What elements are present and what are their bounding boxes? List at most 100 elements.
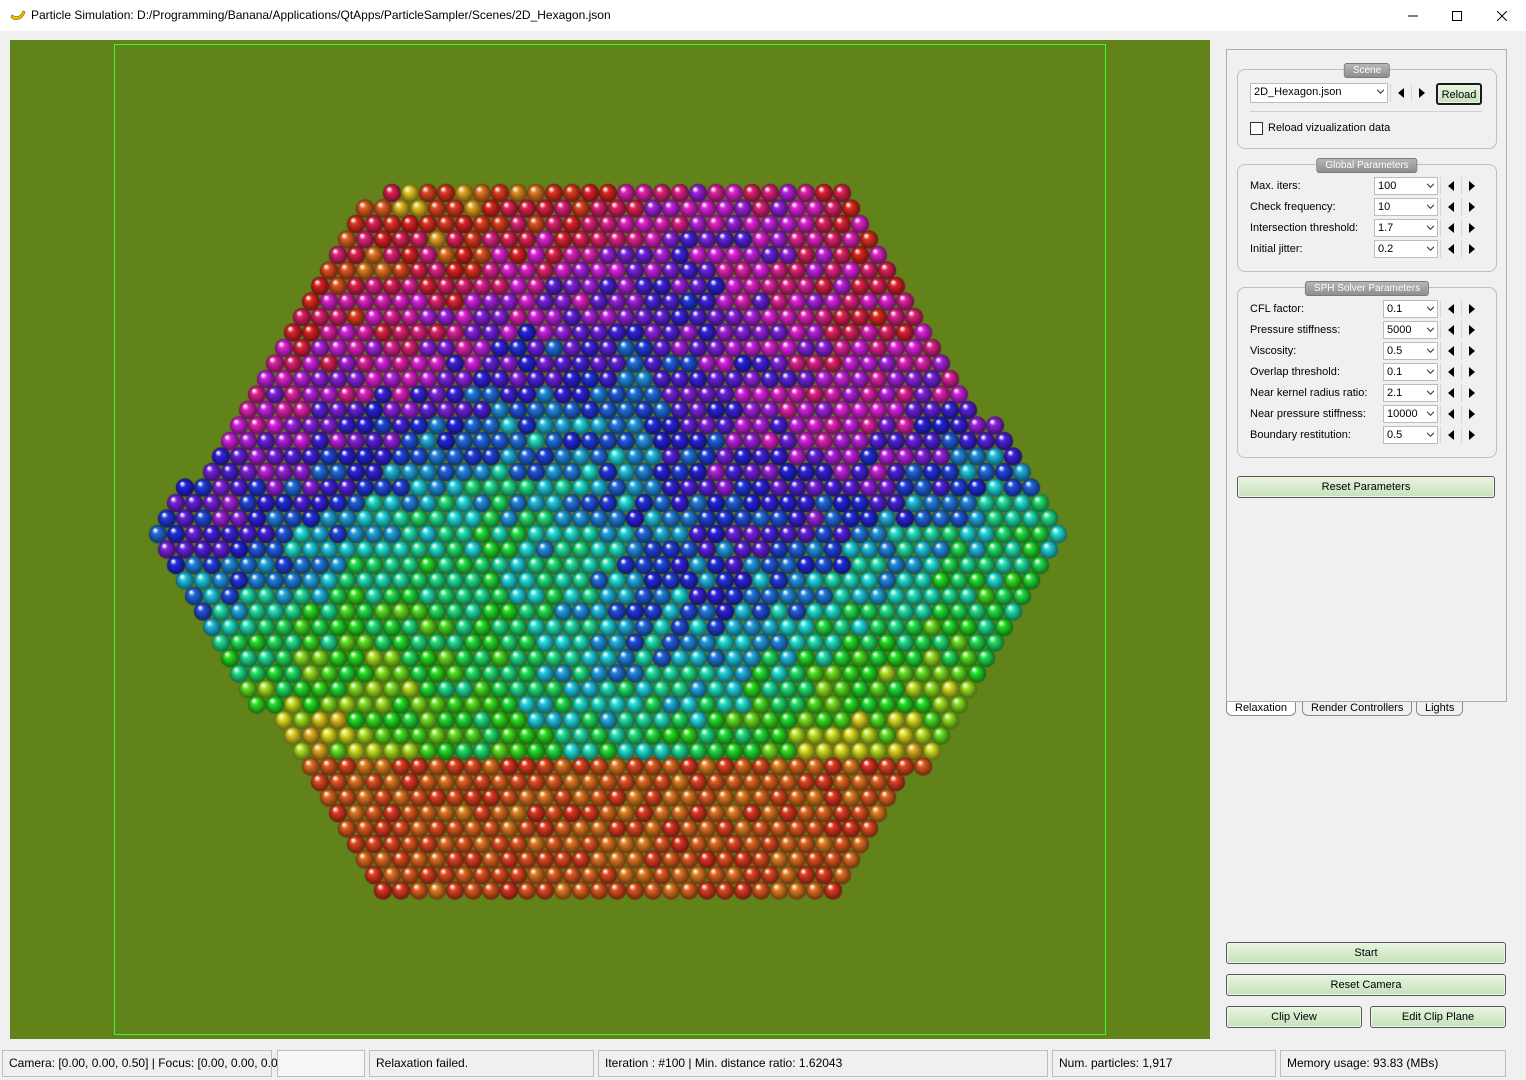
sph-param-value: 2.1 bbox=[1387, 387, 1403, 399]
global-param-increase-button[interactable] bbox=[1461, 240, 1481, 258]
chevron-down-icon bbox=[1427, 327, 1434, 332]
global-param-value-select[interactable]: 0.2 bbox=[1374, 240, 1438, 258]
arrow-right-icon bbox=[1468, 388, 1475, 398]
sph-param-value-select[interactable]: 0.5 bbox=[1383, 342, 1438, 360]
global-parameters-group: Global Parameters Max. iters: 100 Check fr… bbox=[1237, 158, 1497, 272]
global-param-increase-button[interactable] bbox=[1461, 198, 1481, 216]
chevron-down-icon bbox=[1427, 183, 1434, 188]
maximize-button[interactable] bbox=[1434, 0, 1480, 31]
global-param-label: Intersection threshold: bbox=[1250, 222, 1359, 234]
sph-param-decrease-button[interactable] bbox=[1440, 405, 1460, 423]
sph-param-increase-button[interactable] bbox=[1461, 321, 1481, 339]
sph-param-value-select[interactable]: 10000 bbox=[1383, 405, 1438, 423]
particle-render[interactable] bbox=[10, 40, 1210, 1039]
sph-param-value-select[interactable]: 0.5 bbox=[1383, 426, 1438, 444]
arrow-left-icon bbox=[1447, 244, 1454, 254]
scene-file-select[interactable]: 2D_Hexagon.json bbox=[1250, 83, 1388, 103]
sph-param-row: CFL factor: 0.1 bbox=[1250, 300, 1486, 318]
arrow-left-icon bbox=[1447, 367, 1454, 377]
sph-param-label: Pressure stiffness: bbox=[1250, 324, 1341, 336]
sph-param-decrease-button[interactable] bbox=[1440, 342, 1460, 360]
arrow-right-icon bbox=[1468, 181, 1475, 191]
chevron-down-icon bbox=[1427, 411, 1434, 416]
sph-param-row: Viscosity: 0.5 bbox=[1250, 342, 1486, 360]
arrow-left-icon bbox=[1447, 409, 1454, 419]
global-param-value-select[interactable]: 100 bbox=[1374, 177, 1438, 195]
global-param-value: 100 bbox=[1378, 180, 1397, 192]
camera-status: Camera: [0.00, 0.00, 0.50] | Focus: [0.0… bbox=[2, 1050, 288, 1077]
start-button[interactable]: Start bbox=[1226, 942, 1506, 964]
global-param-decrease-button[interactable] bbox=[1440, 219, 1460, 237]
memory-status: Memory usage: 93.83 (MBs) bbox=[1280, 1050, 1506, 1077]
prev-scene-button[interactable] bbox=[1390, 84, 1410, 102]
scene-divider bbox=[1250, 111, 1482, 112]
arrow-left-icon bbox=[1447, 202, 1454, 212]
arrow-right-icon bbox=[1468, 367, 1475, 377]
chevron-down-icon bbox=[1427, 348, 1434, 353]
arrow-left-icon bbox=[1447, 304, 1454, 314]
banana-app-icon bbox=[10, 10, 26, 20]
minimize-button[interactable] bbox=[1390, 0, 1436, 31]
sph-param-decrease-button[interactable] bbox=[1440, 363, 1460, 381]
sph-param-decrease-button[interactable] bbox=[1440, 426, 1460, 444]
sph-param-value-select[interactable]: 0.1 bbox=[1383, 363, 1438, 381]
close-button[interactable] bbox=[1479, 0, 1525, 31]
scene-group: Scene 2D_Hexagon.json Reload Reload vizu… bbox=[1237, 63, 1497, 149]
global-param-value-select[interactable]: 1.7 bbox=[1374, 219, 1438, 237]
global-param-value: 10 bbox=[1378, 201, 1391, 213]
sph-param-value: 0.1 bbox=[1387, 303, 1403, 315]
global-param-decrease-button[interactable] bbox=[1440, 198, 1460, 216]
sph-param-decrease-button[interactable] bbox=[1440, 384, 1460, 402]
reload-button[interactable]: Reload bbox=[1436, 83, 1482, 105]
sph-param-value-select[interactable]: 0.1 bbox=[1383, 300, 1438, 318]
sph-param-increase-button[interactable] bbox=[1461, 405, 1481, 423]
sph-param-label: Near kernel radius ratio: bbox=[1250, 387, 1368, 399]
reset-parameters-button[interactable]: Reset Parameters bbox=[1237, 476, 1495, 498]
sph-param-increase-button[interactable] bbox=[1461, 300, 1481, 318]
window-title: Particle Simulation: D:/Programming/Bana… bbox=[31, 8, 611, 22]
sph-param-label: Near pressure stiffness: bbox=[1250, 408, 1366, 420]
reload-vis-checkbox[interactable] bbox=[1250, 122, 1263, 135]
global-param-increase-button[interactable] bbox=[1461, 177, 1481, 195]
chevron-down-icon bbox=[1427, 246, 1434, 251]
iteration-status: Iteration : #100 | Min. distance ratio: … bbox=[598, 1050, 1048, 1077]
global-param-value: 1.7 bbox=[1378, 222, 1394, 234]
arrow-left-icon bbox=[1447, 325, 1454, 335]
arrow-right-icon bbox=[1418, 88, 1425, 98]
arrow-right-icon bbox=[1468, 202, 1475, 212]
sph-param-decrease-button[interactable] bbox=[1440, 300, 1460, 318]
reset-camera-button[interactable]: Reset Camera bbox=[1226, 974, 1506, 996]
global-param-value-select[interactable]: 10 bbox=[1374, 198, 1438, 216]
tab-render-controllers[interactable]: Render Controllers bbox=[1302, 702, 1413, 716]
clip-view-button[interactable]: Clip View bbox=[1226, 1006, 1362, 1028]
global-param-label: Initial jitter: bbox=[1250, 243, 1303, 255]
sph-param-decrease-button[interactable] bbox=[1440, 321, 1460, 339]
next-scene-button[interactable] bbox=[1411, 84, 1431, 102]
chevron-down-icon bbox=[1427, 390, 1434, 395]
minimize-icon bbox=[1408, 15, 1418, 16]
sph-param-value: 5000 bbox=[1387, 324, 1412, 336]
sph-param-increase-button[interactable] bbox=[1461, 342, 1481, 360]
global-param-increase-button[interactable] bbox=[1461, 219, 1481, 237]
arrow-right-icon bbox=[1468, 409, 1475, 419]
render-viewport[interactable] bbox=[10, 40, 1210, 1039]
sph-param-label: Overlap threshold: bbox=[1250, 366, 1340, 378]
sph-param-increase-button[interactable] bbox=[1461, 384, 1481, 402]
sph-param-row: Overlap threshold: 0.1 bbox=[1250, 363, 1486, 381]
sph-param-increase-button[interactable] bbox=[1461, 426, 1481, 444]
tab-lights[interactable]: Lights bbox=[1416, 702, 1464, 716]
global-param-label: Check frequency: bbox=[1250, 201, 1336, 213]
close-icon bbox=[1497, 10, 1507, 21]
control-panel: Scene 2D_Hexagon.json Reload Reload vizu… bbox=[1226, 49, 1507, 702]
sph-param-increase-button[interactable] bbox=[1461, 363, 1481, 381]
global-param-decrease-button[interactable] bbox=[1440, 177, 1460, 195]
scene-group-title: Scene bbox=[1343, 63, 1391, 78]
tab-relaxation[interactable]: Relaxation bbox=[1226, 702, 1296, 716]
sph-param-value: 0.1 bbox=[1387, 366, 1403, 378]
sph-param-value-select[interactable]: 5000 bbox=[1383, 321, 1438, 339]
arrow-right-icon bbox=[1468, 346, 1475, 356]
sph-param-value-select[interactable]: 2.1 bbox=[1383, 384, 1438, 402]
sph-param-row: Boundary restitution: 0.5 bbox=[1250, 426, 1486, 444]
global-param-decrease-button[interactable] bbox=[1440, 240, 1460, 258]
edit-clip-plane-button[interactable]: Edit Clip Plane bbox=[1370, 1006, 1506, 1028]
